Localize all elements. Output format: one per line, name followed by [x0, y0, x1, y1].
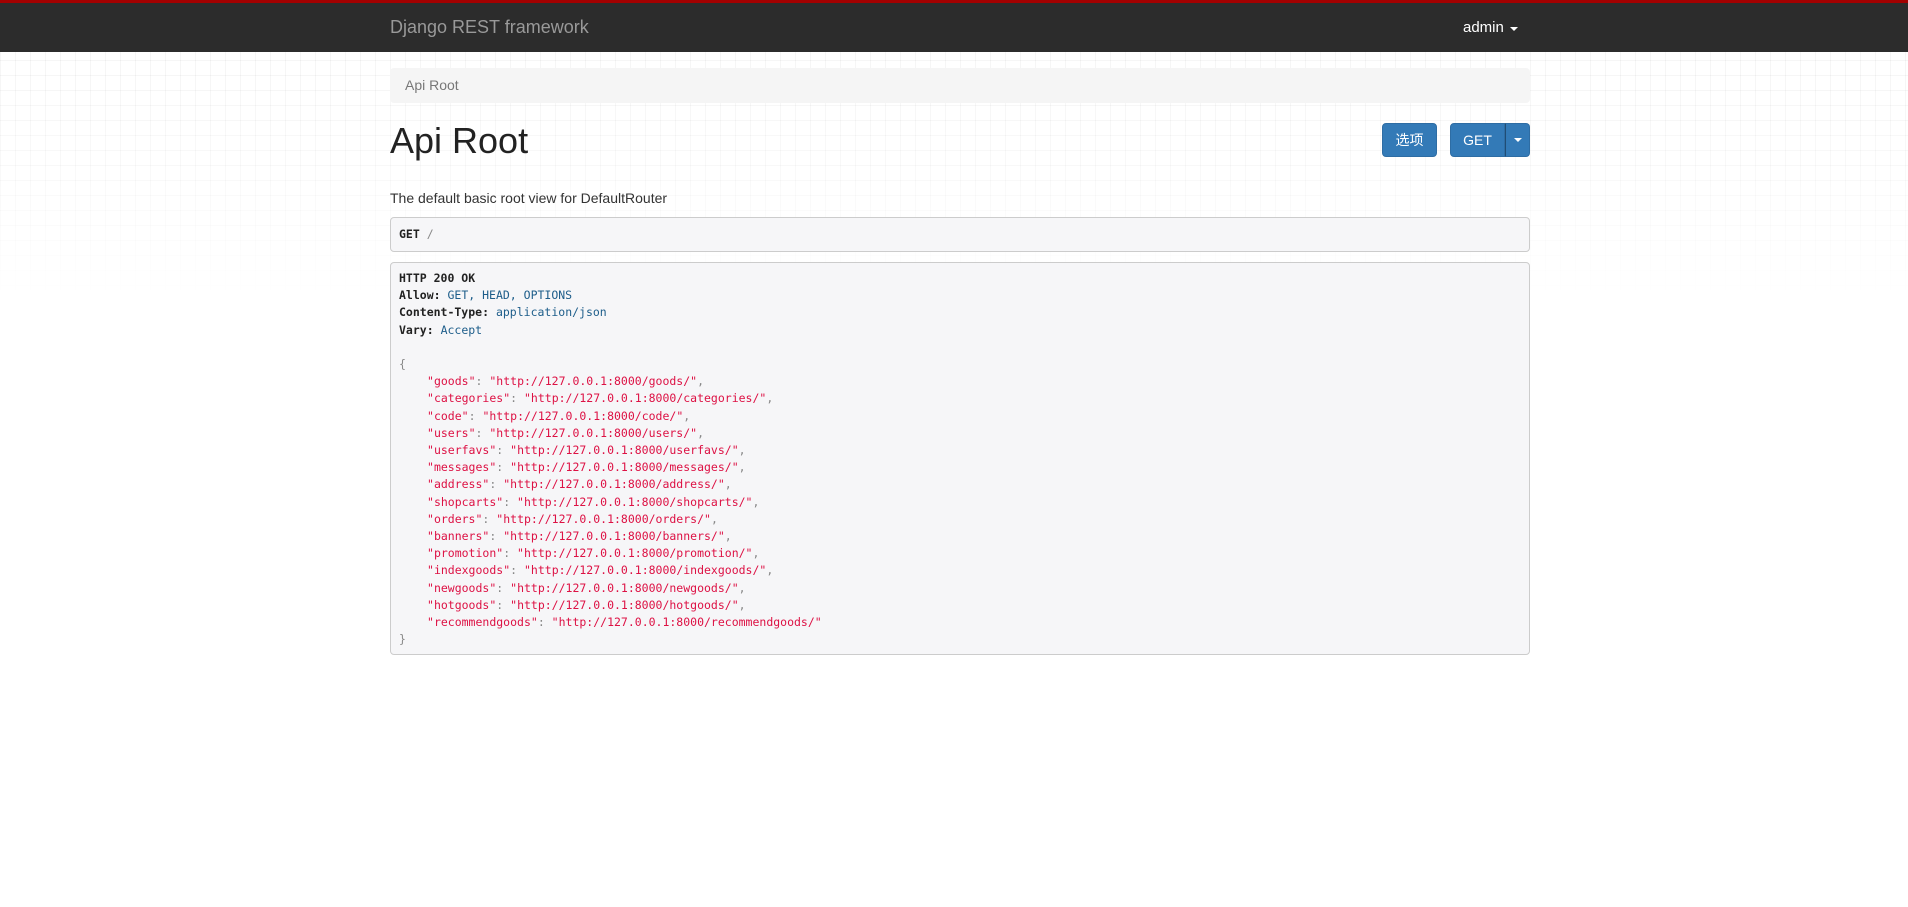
caret-down-icon [1509, 27, 1518, 31]
json-url-link[interactable]: http://127.0.0.1:8000/users/ [496, 426, 690, 440]
json-key: messages [433, 460, 490, 475]
json-key: indexgoods [433, 563, 504, 578]
json-key: recommendgoods [433, 615, 531, 630]
response-header-value: GET, HEAD, OPTIONS [447, 288, 573, 303]
json-url-link[interactable]: http://127.0.0.1:8000/newgoods/ [517, 581, 732, 595]
json-entry-hotgoods: "hotgoods": "http://127.0.0.1:8000/hotgo… [427, 597, 746, 612]
response-header-name: Allow [399, 288, 434, 303]
response-header-name: Vary [399, 322, 427, 337]
brand-link[interactable]: Django REST framework [390, 16, 589, 38]
json-entry-newgoods: "newgoods": "http://127.0.0.1:8000/newgo… [427, 580, 746, 595]
json-entry-promotion: "promotion": "http://127.0.0.1:8000/prom… [427, 546, 760, 561]
options-button[interactable]: 选项 [1382, 123, 1437, 157]
json-close-brace: } [399, 632, 406, 647]
get-format-dropdown-toggle[interactable] [1505, 123, 1530, 157]
json-url-link[interactable]: http://127.0.0.1:8000/indexgoods/ [531, 563, 759, 577]
page-header: Api Root 选项 GET [390, 113, 1530, 177]
request-info: GET / [390, 217, 1530, 252]
breadcrumb: Api Root [390, 68, 1530, 103]
json-url-link[interactable]: http://127.0.0.1:8000/shopcarts/ [524, 495, 746, 509]
json-entry-orders: "orders": "http://127.0.0.1:8000/orders/… [427, 511, 718, 526]
json-url-link[interactable]: http://127.0.0.1:8000/userfavs/ [517, 443, 732, 457]
json-key: newgoods [433, 580, 490, 595]
json-key: hotgoods [433, 597, 490, 612]
user-menu-dropdown[interactable]: admin [1463, 18, 1518, 38]
response-header-value: application/json [495, 305, 607, 320]
response-header-value: Accept [440, 322, 483, 337]
json-entry-shopcarts: "shopcarts": "http://127.0.0.1:8000/shop… [427, 494, 760, 509]
json-key: categories [433, 391, 504, 406]
response-info: HTTP 200 OK Allow: GET, HEAD, OPTIONS Cont… [390, 262, 1530, 656]
get-button-group: GET [1450, 123, 1530, 157]
json-url-link[interactable]: http://127.0.0.1:8000/code/ [489, 409, 676, 423]
json-key: address [433, 477, 483, 492]
json-entry-users: "users": "http://127.0.0.1:8000/users/", [427, 425, 705, 440]
json-entry-address: "address": "http://127.0.0.1:8000/addres… [427, 477, 732, 492]
json-entry-categories: "categories": "http://127.0.0.1:8000/cat… [427, 391, 774, 406]
response-status: HTTP 200 OK [399, 271, 476, 285]
breadcrumb-item-api-root[interactable]: Api Root [405, 77, 459, 93]
json-key: goods [433, 374, 469, 389]
request-path: / [426, 227, 434, 241]
json-body: "goods": "http://127.0.0.1:8000/goods/",… [399, 373, 1521, 631]
json-url-link[interactable]: http://127.0.0.1:8000/orders/ [503, 512, 704, 526]
json-entry-userfavs: "userfavs": "http://127.0.0.1:8000/userf… [427, 443, 746, 458]
response-header-row: Allow: GET, HEAD, OPTIONS [399, 288, 573, 303]
navbar: Django REST framework admin [0, 0, 1908, 52]
json-open-brace: { [399, 357, 406, 371]
json-key: banners [433, 529, 483, 544]
json-entry-indexgoods: "indexgoods": "http://127.0.0.1:8000/ind… [427, 563, 774, 578]
user-menu-label: admin [1463, 19, 1504, 36]
json-entry-goods: "goods": "http://127.0.0.1:8000/goods/", [427, 374, 705, 389]
json-entry-messages: "messages": "http://127.0.0.1:8000/messa… [427, 460, 746, 475]
json-key: users [433, 425, 469, 440]
json-url-link[interactable]: http://127.0.0.1:8000/hotgoods/ [517, 598, 732, 612]
get-button[interactable]: GET [1450, 123, 1505, 157]
json-key: shopcarts [433, 494, 497, 509]
json-entry-banners: "banners": "http://127.0.0.1:8000/banner… [427, 529, 732, 544]
json-key: orders [433, 511, 476, 526]
json-entry-code: "code": "http://127.0.0.1:8000/code/", [427, 408, 691, 423]
json-url-link[interactable]: http://127.0.0.1:8000/recommendgoods/ [559, 615, 815, 629]
response-header-name: Content-Type [399, 305, 483, 320]
json-key: code [433, 408, 462, 423]
page-description: The default basic root view for DefaultR… [390, 190, 668, 206]
json-entry-recommendgoods: "recommendgoods": "http://127.0.0.1:8000… [427, 615, 822, 630]
json-url-link[interactable]: http://127.0.0.1:8000/goods/ [496, 374, 690, 388]
json-url-link[interactable]: http://127.0.0.1:8000/messages/ [517, 460, 732, 474]
json-key: userfavs [433, 443, 490, 458]
response-header-row: Content-Type: application/json [399, 305, 607, 320]
json-url-link[interactable]: http://127.0.0.1:8000/categories/ [531, 391, 759, 405]
page-title: Api Root [390, 120, 529, 161]
caret-down-icon [1513, 138, 1522, 142]
response-header-row: Vary: Accept [399, 322, 483, 337]
json-url-link[interactable]: http://127.0.0.1:8000/banners/ [510, 529, 718, 543]
json-url-link[interactable]: http://127.0.0.1:8000/promotion/ [524, 546, 746, 560]
request-method: GET [399, 227, 420, 241]
main-content: Api Root Api Root 选项 GET The default bas… [390, 52, 1530, 656]
json-url-link[interactable]: http://127.0.0.1:8000/address/ [510, 477, 718, 491]
json-key: promotion [433, 546, 497, 561]
